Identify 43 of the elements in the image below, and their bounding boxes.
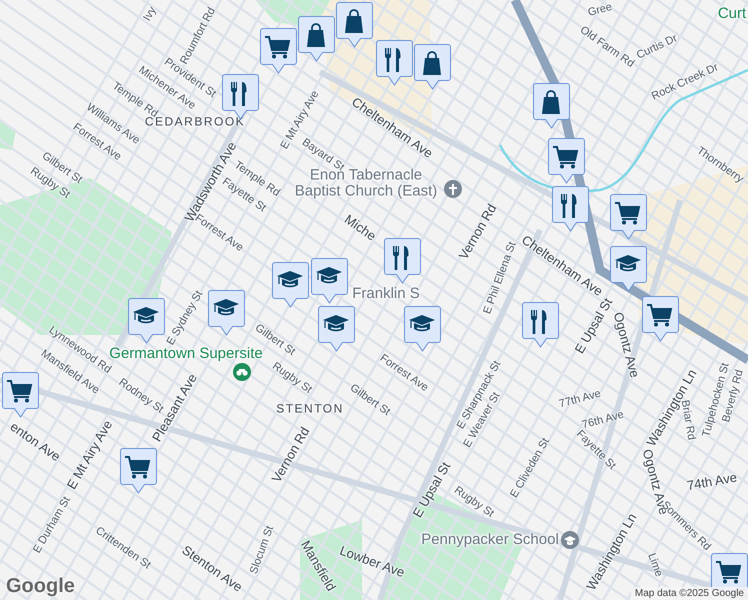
shopping-cart-pin-icon[interactable] xyxy=(642,296,679,342)
street-label: 77th Ave xyxy=(558,388,602,410)
graduation-cap-pin-icon[interactable] xyxy=(208,290,245,336)
graduation-cap-pin-icon[interactable] xyxy=(318,306,355,352)
street-label: E Phil Ellena St xyxy=(481,240,519,316)
place-label[interactable]: Pennypacker School xyxy=(421,532,559,548)
graduation-cap-pin-icon[interactable] xyxy=(404,306,441,352)
binoculars-icon[interactable] xyxy=(233,363,251,381)
graduation-cap-pin-icon[interactable] xyxy=(128,298,165,344)
shopping-cart-pin-icon[interactable] xyxy=(610,194,647,240)
shopping-bag-pin-icon[interactable] xyxy=(414,44,451,90)
place-label[interactable]: Curt xyxy=(718,6,746,22)
place-label[interactable]: Germantown Supersite xyxy=(109,346,263,362)
street-label: Ogontz Ave xyxy=(610,310,642,380)
graduation-cap-pin-icon[interactable] xyxy=(610,246,647,292)
shopping-cart-pin-icon[interactable] xyxy=(2,372,39,418)
street-label: Rock Creek Dr xyxy=(650,61,720,103)
street-label: 74th Ave xyxy=(686,470,738,494)
street-label: Ivy xyxy=(141,4,159,24)
map-logo: Google xyxy=(6,575,75,598)
street-label: Curtis Dr xyxy=(634,32,680,62)
fork-and-knife-pin-icon[interactable] xyxy=(376,40,413,86)
shopping-cart-pin-icon[interactable] xyxy=(120,448,157,494)
park-area xyxy=(0,120,16,150)
fork-and-knife-pin-icon[interactable] xyxy=(384,238,421,284)
cross-icon[interactable] xyxy=(444,180,462,198)
shopping-bag-pin-icon[interactable] xyxy=(533,83,570,129)
shopping-bag-pin-icon[interactable] xyxy=(336,2,373,48)
graduation-cap-pin-icon[interactable] xyxy=(311,258,348,304)
graduation-cap-pin-icon[interactable] xyxy=(272,262,309,308)
fork-and-knife-pin-icon[interactable] xyxy=(522,302,559,348)
graduation-cap-icon[interactable] xyxy=(561,531,579,549)
place-label[interactable]: Franklin S xyxy=(352,286,420,302)
fork-and-knife-pin-icon[interactable] xyxy=(552,186,589,232)
street-label: Gree xyxy=(586,1,614,19)
shopping-bag-pin-icon[interactable] xyxy=(298,16,335,62)
shopping-cart-pin-icon[interactable] xyxy=(548,138,585,184)
map-attribution[interactable]: Map data ©2025 Google xyxy=(630,587,748,600)
neighborhood-label: STENTON xyxy=(276,402,344,416)
street-label: Slocum St xyxy=(248,524,276,576)
shopping-cart-pin-icon[interactable] xyxy=(260,28,297,74)
street-label: Lime xyxy=(645,552,665,578)
street-label: Lowber Ave xyxy=(338,544,406,580)
